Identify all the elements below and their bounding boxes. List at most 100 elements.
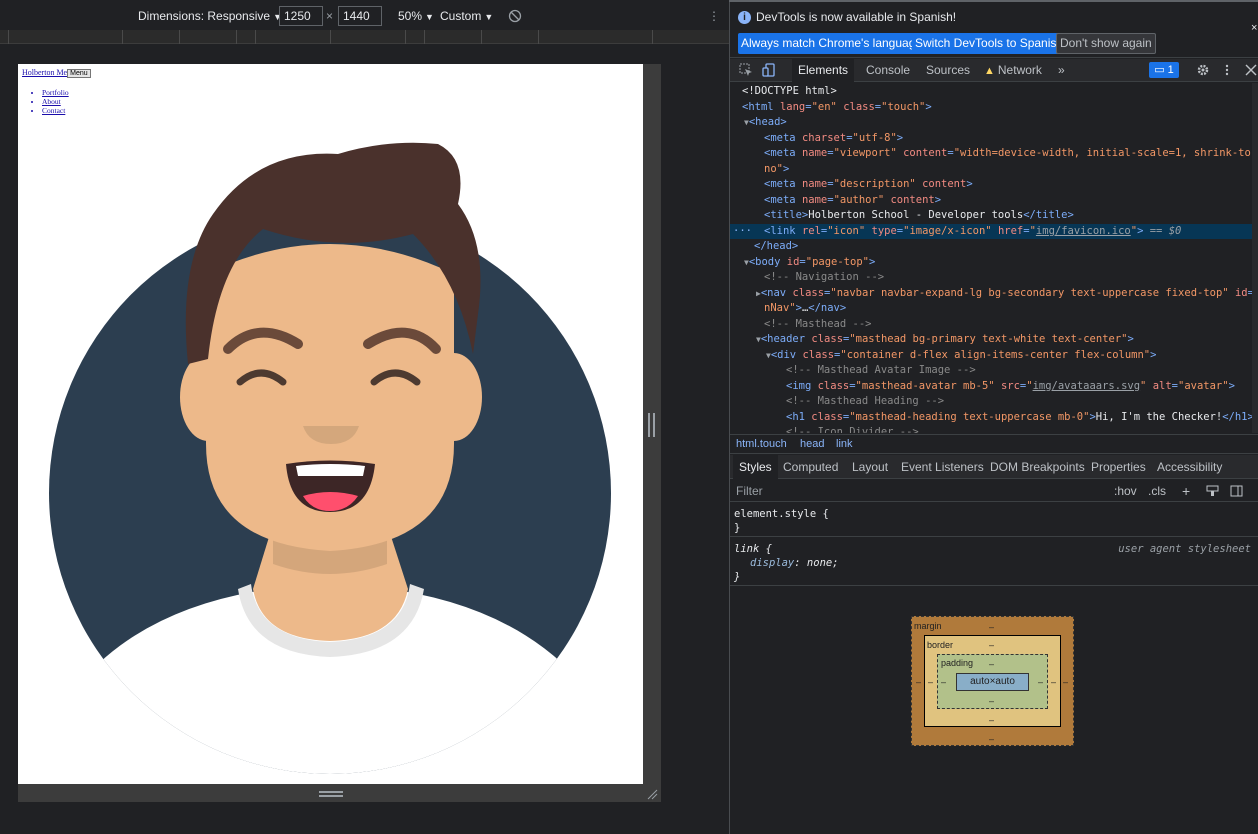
- dom-line[interactable]: no">: [730, 162, 1252, 178]
- border-top-value[interactable]: –: [989, 640, 994, 650]
- width-input[interactable]: 1250: [279, 6, 323, 26]
- dimensions-dropdown[interactable]: Dimensions: Responsive ▼: [138, 4, 282, 28]
- more-tabs-icon[interactable]: »: [1052, 59, 1071, 82]
- dom-line[interactable]: <meta name="description" content>: [730, 177, 1252, 193]
- navbar-brand-link[interactable]: Holberton Me: [22, 68, 67, 77]
- emulated-viewport: Holberton MeMenu Portfolio About Contact: [18, 64, 643, 784]
- dom-line[interactable]: ▼<head>: [730, 115, 1252, 131]
- tab-event-listeners[interactable]: Event Listeners: [895, 455, 990, 479]
- match-chrome-language-button[interactable]: Always match Chrome's language: [738, 33, 926, 54]
- padding-left-value[interactable]: –: [941, 677, 946, 687]
- margin-left-value[interactable]: –: [916, 677, 921, 687]
- dom-line[interactable]: <h1 class="masthead-heading text-upperca…: [730, 410, 1252, 426]
- dont-show-again-button[interactable]: Don't show again: [1056, 33, 1156, 54]
- device-toolbar-toggle-icon[interactable]: [762, 63, 776, 77]
- tab-console[interactable]: Console: [860, 59, 916, 82]
- nav-link-about[interactable]: About: [42, 97, 61, 106]
- tab-network[interactable]: ▲ Network: [978, 59, 1048, 82]
- throttle-dropdown[interactable]: Custom ▼: [440, 4, 493, 28]
- rule-source: user agent stylesheet: [1118, 543, 1251, 555]
- dom-line[interactable]: <!-- Masthead Avatar Image -->: [730, 363, 1252, 379]
- styles-filter-input[interactable]: Filter: [736, 480, 763, 502]
- inspect-element-icon[interactable]: [739, 63, 753, 77]
- menu-button[interactable]: Menu: [67, 68, 91, 78]
- dom-line[interactable]: <!-- Icon Divider -->: [730, 425, 1252, 433]
- kebab-menu-icon[interactable]: [1220, 63, 1234, 77]
- switch-to-spanish-button[interactable]: Switch DevTools to Spanish: [912, 33, 1067, 54]
- issues-badge[interactable]: ▭ 1: [1149, 62, 1179, 78]
- margin-right-value[interactable]: –: [1063, 677, 1068, 687]
- dom-line[interactable]: <html lang="en" class="touch">: [730, 100, 1252, 116]
- more-options-icon[interactable]: ⋮: [708, 4, 720, 28]
- dom-line[interactable]: <img class="masthead-avatar mb-5" src="i…: [730, 379, 1252, 395]
- dom-line[interactable]: <meta name="author" content>: [730, 193, 1252, 209]
- dom-line[interactable]: ▼<div class="container d-flex align-item…: [730, 348, 1252, 364]
- padding-right-value[interactable]: –: [1038, 677, 1043, 687]
- tab-elements[interactable]: Elements: [792, 59, 855, 82]
- margin-bottom-value[interactable]: –: [989, 734, 994, 744]
- tab-accessibility[interactable]: Accessibility: [1151, 455, 1228, 479]
- media-query-ruler[interactable]: [0, 30, 729, 44]
- device-toolbar: Dimensions: Responsive ▼ 1250 × 1440 50% ▼…: [0, 4, 729, 28]
- viewport-height-resize-handle[interactable]: [319, 791, 343, 797]
- dom-line[interactable]: ▶<nav class="navbar navbar-expand-lg bg-…: [730, 286, 1252, 302]
- class-toggle[interactable]: .cls: [1148, 480, 1166, 502]
- css-property-value: none;: [806, 557, 839, 569]
- border-bottom-value[interactable]: –: [989, 715, 994, 725]
- computed-sidebar-toggle-icon[interactable]: [1230, 485, 1243, 497]
- element-style-selector: element.style {: [734, 508, 829, 520]
- dom-line[interactable]: <meta name="viewport" content="width=dev…: [730, 146, 1252, 162]
- paint-brush-icon[interactable]: [1206, 485, 1219, 497]
- border-label: border: [927, 640, 954, 650]
- dom-line[interactable]: <!-- Navigation -->: [730, 270, 1252, 286]
- site-nav-links: Portfolio About Contact: [42, 88, 69, 115]
- dom-line[interactable]: </head>: [730, 239, 1252, 255]
- dom-line[interactable]: nNav">…</nav>: [730, 301, 1252, 317]
- zoom-dropdown[interactable]: 50% ▼: [398, 4, 434, 28]
- dom-line[interactable]: <!-- Masthead Heading -->: [730, 394, 1252, 410]
- dom-line[interactable]: ▼<body id="page-top">: [730, 255, 1252, 271]
- breadcrumb-html[interactable]: html.touch: [736, 435, 787, 453]
- rotate-icon[interactable]: [508, 4, 522, 28]
- close-devtools-icon[interactable]: [1244, 63, 1258, 77]
- breadcrumb-link[interactable]: link: [836, 435, 853, 453]
- ellipsis-icon[interactable]: ···: [733, 224, 752, 240]
- styles-filter-bar: Filter :hov .cls +: [730, 480, 1258, 502]
- padding-top-value[interactable]: –: [989, 659, 994, 669]
- padding-bottom-value[interactable]: –: [989, 696, 994, 706]
- tab-computed[interactable]: Computed: [777, 455, 844, 479]
- tab-layout[interactable]: Layout: [846, 455, 894, 479]
- tab-styles[interactable]: Styles: [733, 455, 778, 479]
- tab-sources[interactable]: Sources: [920, 59, 976, 82]
- dom-line[interactable]: <title>Holberton School - Developer tool…: [730, 208, 1252, 224]
- border-left-value[interactable]: –: [928, 677, 933, 687]
- gear-icon[interactable]: [1196, 63, 1210, 77]
- nav-link-contact[interactable]: Contact: [42, 106, 65, 115]
- dom-line[interactable]: ▼<header class="masthead bg-primary text…: [730, 332, 1252, 348]
- dom-line-selected[interactable]: ··· <link rel="icon" type="image/x-icon" …: [730, 223, 1252, 240]
- padding-label: padding: [941, 658, 974, 668]
- hover-state-toggle[interactable]: :hov: [1114, 480, 1137, 502]
- new-rule-icon[interactable]: +: [1182, 480, 1190, 502]
- box-model-content[interactable]: auto×auto: [956, 673, 1029, 691]
- dom-tree-scrollbar[interactable]: [1252, 83, 1258, 433]
- css-declaration[interactable]: display: none;: [734, 556, 1255, 570]
- border-right-value[interactable]: –: [1051, 677, 1056, 687]
- dom-line[interactable]: <!DOCTYPE html>: [730, 84, 1252, 100]
- viewport-width-resize-handle[interactable]: [648, 413, 655, 437]
- breadcrumb-head[interactable]: head: [800, 435, 824, 453]
- margin-top-value[interactable]: –: [989, 622, 994, 632]
- link-ua-rule[interactable]: user agent stylesheet link { display: no…: [730, 538, 1258, 586]
- nav-link-portfolio[interactable]: Portfolio: [42, 88, 69, 97]
- tab-dom-breakpoints[interactable]: DOM Breakpoints: [984, 455, 1091, 479]
- close-icon[interactable]: ×: [1251, 22, 1257, 34]
- dom-line[interactable]: <meta charset="utf-8">: [730, 131, 1252, 147]
- dom-line[interactable]: <!-- Masthead -->: [730, 317, 1252, 333]
- tab-properties[interactable]: Properties: [1085, 455, 1152, 479]
- viewport-corner-resize-handle[interactable]: [646, 788, 658, 800]
- height-input[interactable]: 1440: [338, 6, 382, 26]
- margin-label: margin: [914, 621, 942, 631]
- dimensions-label: Dimensions: Responsive: [138, 9, 271, 23]
- warning-icon: ▲: [984, 65, 995, 77]
- element-style-rule[interactable]: element.style { }: [730, 503, 1258, 537]
